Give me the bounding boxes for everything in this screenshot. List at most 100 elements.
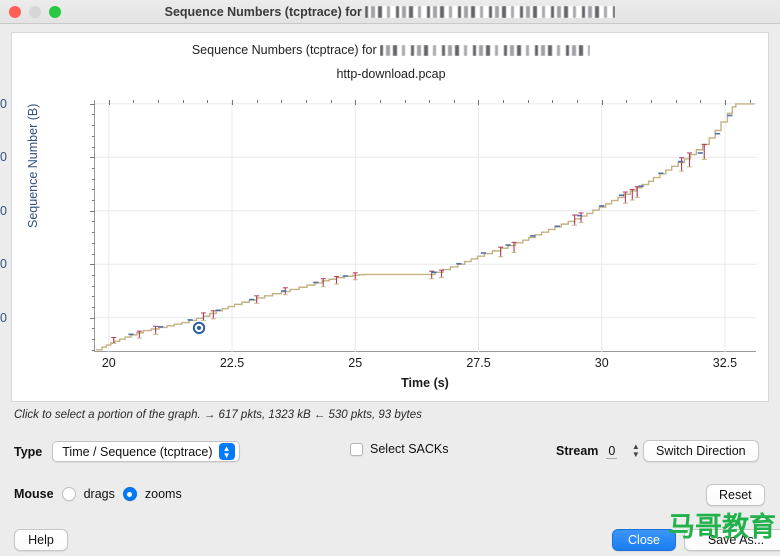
y-axis-minor-tick: [92, 146, 95, 148]
x-axis-tick: [601, 100, 603, 105]
graph-hint-text: Click to select a portion of the graph. …: [14, 409, 422, 421]
window-titlebar: Sequence Numbers (tcptrace) for: [0, 0, 780, 24]
chart-title-line1: Sequence Numbers (tcptrace) for: [12, 43, 770, 57]
x-axis-minor-tick: [182, 100, 184, 103]
stream-number-value: 0: [608, 443, 616, 458]
window-title-redacted-endpoints: [365, 6, 616, 19]
stream-stepper[interactable]: ▲ ▼: [629, 442, 642, 460]
x-axis-tick-label: 32.5: [712, 356, 738, 370]
y-axis-minor-tick: [92, 167, 95, 169]
window-title-text: Sequence Numbers (tcptrace) for: [164, 4, 362, 19]
y-axis-minor-tick: [92, 189, 95, 191]
x-axis-tick: [478, 100, 480, 105]
x-axis-minor-tick: [305, 100, 307, 103]
graph-panel[interactable]: Sequence Numbers (tcptrace) for http-dow…: [0, 32, 770, 402]
x-axis-tick: [108, 100, 110, 105]
y-axis-minor-tick: [92, 253, 95, 255]
x-axis-minor-tick: [651, 100, 653, 103]
stream-row: Stream 0 ▲ ▼: [556, 442, 642, 460]
y-axis-tick: [90, 317, 95, 319]
x-axis-minor-tick: [675, 100, 677, 103]
chevron-updown-icon[interactable]: ▲ ▼: [218, 443, 235, 460]
x-axis-minor-tick: [207, 100, 209, 103]
x-axis-minor-tick: [133, 100, 135, 103]
type-control-row: Type Time / Sequence (tcptrace) ▲ ▼: [14, 441, 240, 462]
y-axis-tick: [90, 103, 95, 105]
y-axis-tick: [90, 264, 95, 266]
mouse-zooms-label: zooms: [144, 487, 182, 501]
chart-title-line2: http-download.pcap: [336, 67, 446, 81]
y-axis-minor-tick: [92, 125, 95, 127]
x-axis-minor-tick: [256, 100, 258, 103]
x-axis-minor-tick: [700, 100, 702, 103]
mouse-drags-label: drags: [83, 487, 115, 501]
x-axis-tick: [355, 100, 357, 105]
x-axis-title: Time (s): [401, 376, 449, 390]
type-label: Type: [14, 444, 43, 459]
x-axis-minor-tick: [281, 100, 283, 103]
y-axis-minor-tick: [92, 135, 95, 137]
chart-title-text: Sequence Numbers (tcptrace) for: [191, 43, 377, 57]
x-axis-minor-tick: [749, 100, 751, 103]
y-axis-tick-label: 600000: [0, 203, 7, 218]
y-axis-title: Sequence Number (B): [26, 103, 40, 228]
select-sacks-label: Select SACKs: [370, 442, 449, 456]
y-axis-minor-tick: [92, 285, 95, 287]
x-axis-minor-tick: [429, 100, 431, 103]
y-axis-tick: [90, 157, 95, 159]
mouse-label: Mouse: [14, 487, 54, 501]
zoom-window-button[interactable]: [49, 5, 61, 18]
x-axis-tick-label: 20: [101, 356, 116, 370]
graph-type-value: Time / Sequence (tcptrace): [62, 444, 213, 459]
stream-number-field[interactable]: 0: [606, 443, 618, 459]
y-axis-minor-tick: [92, 274, 95, 276]
x-axis-tick-label: 27.5: [466, 356, 491, 370]
y-axis-tick-label: 550000: [0, 257, 7, 272]
stream-label: Stream: [556, 444, 599, 458]
x-axis-minor-tick: [503, 100, 505, 103]
x-axis-minor-tick: [577, 100, 579, 103]
x-axis-tick-label: 22.5: [219, 356, 245, 370]
y-axis-tick-label: 650000: [0, 150, 7, 165]
plot-area[interactable]: 500000 550000 600000 650000 700000 20 22.5 25 2…: [0, 97, 757, 370]
y-axis-minor-tick: [92, 296, 95, 298]
y-axis-minor-tick: [92, 114, 95, 116]
x-axis-minor-tick: [626, 100, 628, 103]
mouse-drags-radio[interactable]: [61, 487, 76, 501]
select-sacks-checkbox[interactable]: [350, 442, 363, 456]
mouse-mode-row: Mouse drags zooms: [14, 487, 182, 501]
x-axis-tick-label: 30: [594, 356, 609, 370]
close-window-button[interactable]: [9, 5, 21, 18]
y-axis-minor-tick: [92, 242, 95, 244]
y-axis-tick: [90, 210, 95, 212]
y-axis-minor-tick: [92, 339, 95, 341]
x-axis-minor-tick: [404, 100, 406, 103]
x-axis-tick: [232, 100, 234, 105]
minimize-window-button[interactable]: [29, 5, 41, 18]
window-title: Sequence Numbers (tcptrace) for: [0, 5, 780, 19]
x-axis-minor-tick: [527, 100, 529, 103]
x-axis-tick: [724, 100, 726, 105]
x-axis-tick-label: 25: [348, 356, 363, 370]
switch-direction-button[interactable]: Switch Direction: [643, 440, 759, 462]
reset-button[interactable]: Reset: [706, 484, 765, 506]
y-axis-minor-tick: [92, 328, 95, 330]
graph-type-select[interactable]: Time / Sequence (tcptrace) ▲ ▼: [52, 441, 240, 462]
y-axis-minor-tick: [92, 307, 95, 309]
help-button[interactable]: Help: [14, 529, 68, 551]
select-sacks-row[interactable]: Select SACKs: [350, 442, 449, 456]
y-axis-tick-label: 500000: [0, 310, 7, 325]
sequence-plot: [95, 100, 757, 352]
close-button[interactable]: Close: [612, 529, 676, 551]
y-axis-minor-tick: [92, 200, 95, 202]
tcp-stream-graph-window: Sequence Numbers (tcptrace) for Sequence…: [0, 0, 780, 556]
save-as-button[interactable]: Save As...: [684, 529, 780, 551]
y-axis-minor-tick: [92, 232, 95, 234]
chart-title-redacted-endpoints: [380, 45, 591, 57]
x-axis-minor-tick: [453, 100, 455, 103]
x-axis-minor-tick: [158, 100, 160, 103]
x-axis-minor-tick: [552, 100, 554, 103]
y-axis-minor-tick: [92, 178, 95, 180]
mouse-zooms-radio[interactable]: [122, 487, 137, 501]
x-axis-minor-tick: [379, 100, 381, 103]
